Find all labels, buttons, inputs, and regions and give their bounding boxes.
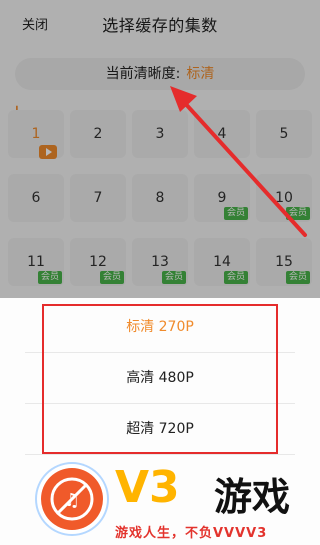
watermark-logo-graphic: ♫	[41, 468, 103, 530]
annotation-arrow-head	[170, 86, 197, 112]
annotation-arrow-line	[181, 99, 307, 237]
episode-download-page: 关闭 选择缓存的集数 当前清晰度:标清 ↓ 123456789会员10会员11会…	[0, 0, 320, 545]
watermark-logo-icon: ♫	[35, 462, 109, 536]
watermark-brand-cn: 游戏	[214, 475, 291, 519]
watermark-brand: V3	[115, 462, 180, 513]
watermark-slogan: 游戏人生，不负VVVV3	[115, 526, 268, 541]
